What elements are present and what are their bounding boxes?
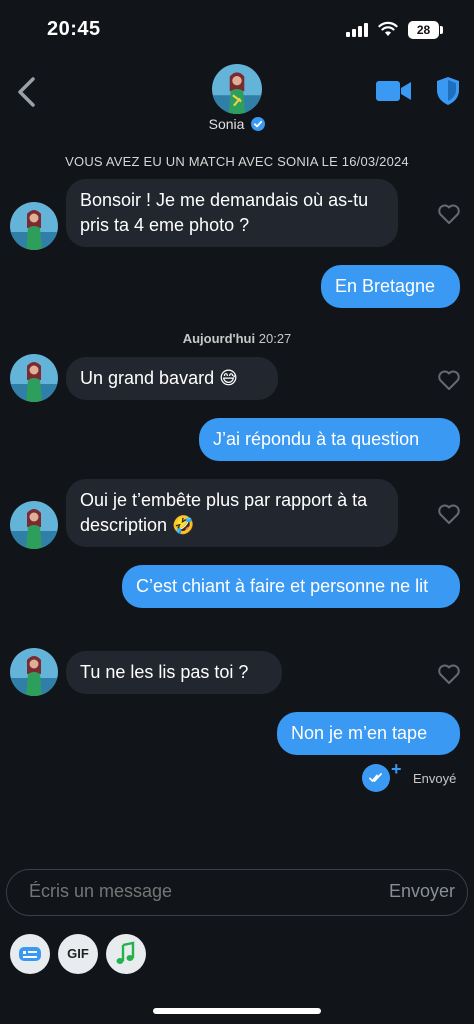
battery-indicator: 28 [408,21,439,39]
home-indicator[interactable] [153,1008,321,1014]
message-outgoing[interactable]: C’est chiant à faire et personne ne lit [122,565,460,608]
contact-name-row: Sonia [0,116,474,132]
contact-avatar[interactable] [10,501,58,549]
message-incoming[interactable]: Oui je t’embête plus par rapport à ta de… [66,479,398,547]
signal-icon [346,23,370,37]
like-heart-icon[interactable] [437,663,461,685]
message-incoming[interactable]: Tu ne les lis pas toi ? [66,651,282,694]
day-separator-time: 20:27 [258,331,292,346]
send-button[interactable]: Envoyer [389,881,455,902]
day-separator-day: Aujourd'hui [182,331,256,346]
status-bar: 20:45 28 [0,0,474,60]
sent-status-label: Envoyé [413,771,457,786]
gif-label: GIF [67,946,89,961]
verified-badge-icon [251,117,266,131]
chat-card-icon [19,947,41,961]
back-chevron-icon[interactable] [14,75,40,109]
contact-avatar[interactable] [10,354,58,402]
message-outgoing[interactable]: J’ai répondu à ta question [199,418,460,461]
profile-avatar[interactable] [212,64,262,114]
chat-header: Sonia [0,60,474,140]
contact-name: Sonia [208,116,245,132]
status-time: 20:45 [47,18,101,40]
contact-avatar[interactable] [10,648,58,696]
like-heart-icon[interactable] [437,369,461,391]
message-incoming[interactable]: Bonsoir ! Je me demandais où as-tu pris … [66,179,398,247]
message-outgoing[interactable]: En Bretagne [321,265,460,308]
shield-icon[interactable] [436,76,460,106]
sticker-button[interactable] [10,934,50,974]
day-separator: Aujourd'hui 20:27 [0,331,474,346]
message-input[interactable] [29,881,359,902]
gif-button[interactable]: GIF [58,934,98,974]
music-note-icon [116,941,135,964]
video-call-icon[interactable] [376,78,412,104]
contact-avatar[interactable] [10,202,58,250]
plus-icon: + [391,759,402,779]
wifi-icon [378,21,398,36]
like-heart-icon[interactable] [437,503,461,525]
battery-tip [440,26,443,34]
music-button[interactable] [106,934,146,974]
message-composer: Envoyer [6,869,468,916]
like-heart-icon[interactable] [437,203,461,225]
match-banner: VOUS AVEZ EU UN MATCH AVEC SONIA LE 16/0… [65,154,409,169]
read-receipt-icon [362,764,390,792]
message-outgoing[interactable]: Non je m’en tape [277,712,460,755]
message-incoming[interactable]: Un grand bavard 😅 [66,357,278,400]
